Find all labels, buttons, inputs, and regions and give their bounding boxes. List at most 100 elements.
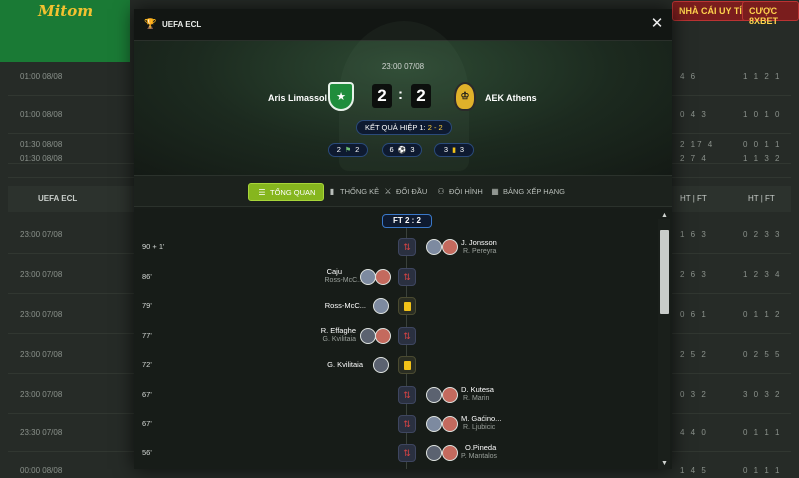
- event-timeline[interactable]: FT 2 : 2 90 + 1' ⇅ J. Jonsson R. Pereyra…: [134, 209, 672, 469]
- match-odds: 1 1 2 1: [743, 72, 782, 81]
- match-odds: 1 0 1 0: [743, 110, 782, 119]
- avatar: [442, 416, 458, 432]
- match-time: 23:30 07/08: [20, 428, 63, 437]
- match-time: 00:00 08/08: [20, 466, 63, 475]
- timeline-event: 67' ⇅ M. Gaćino... R. Ljubicic: [134, 410, 654, 439]
- match-odds: 2 7 4: [680, 154, 708, 163]
- fulltime-score: FT 2 : 2: [382, 214, 432, 228]
- event-minute: 90 + 1': [142, 242, 165, 251]
- yellow-card-icon: ▮: [452, 147, 456, 154]
- trophy-icon: 🏆: [144, 18, 157, 30]
- match-odds: 3 0 3 2: [743, 390, 782, 399]
- match-odds: 0 4 3: [680, 110, 708, 119]
- event-minute: 79': [142, 301, 152, 310]
- avatar: [360, 269, 376, 285]
- match-odds: 1 6 3: [680, 230, 708, 239]
- match-odds: 1 4 5: [680, 466, 708, 475]
- tab-lineup-label: ĐỘI HÌNH: [449, 187, 483, 196]
- booked-player[interactable]: Ross-McC...: [325, 301, 366, 310]
- close-icon[interactable]: ✕: [650, 16, 664, 31]
- avatar: [426, 239, 442, 255]
- match-odds: 0 3 2: [680, 390, 708, 399]
- detail-tabs: ☰ TỔNG QUAN ▮ THỐNG KÊ ⚔ ĐỐI ĐẦU ⚇ ĐỘI HÌNH …: [134, 175, 672, 207]
- player-in[interactable]: R. Effaghe: [321, 326, 356, 335]
- yellow-card-icon: [398, 356, 416, 374]
- shot-icon: ⚽: [397, 147, 407, 154]
- player-out[interactable]: R. Ljubicic: [463, 424, 495, 431]
- shot-home: 6: [389, 145, 394, 154]
- player-in[interactable]: D. Kutesa: [461, 385, 494, 394]
- event-minute: 56': [142, 448, 152, 457]
- avatar: [373, 298, 389, 314]
- yellow-away: 3: [459, 145, 465, 154]
- scroll-down-icon[interactable]: ▼: [661, 460, 668, 467]
- halftime-result: KẾT QUẢ HIỆP 1: 2 - 2: [356, 120, 452, 135]
- versus-icon: ⚔: [384, 187, 392, 196]
- corner-home: 2: [336, 145, 341, 154]
- shot-stat: 6 ⚽ 3: [382, 143, 422, 157]
- away-team-crest-icon[interactable]: ♔: [454, 82, 476, 111]
- match-odds: 0 2 5 5: [743, 350, 782, 359]
- lineup-icon: ⚇: [437, 187, 445, 196]
- match-odds: 1 2 3 4: [743, 270, 782, 279]
- halftime-label: KẾT QUẢ HIỆP 1:: [365, 123, 426, 132]
- yellow-card-stat: 3 ▮ 3: [434, 143, 474, 157]
- tab-head-to-head-label: ĐỐI ĐẦU: [396, 187, 428, 196]
- match-time: 23:00 07/08: [20, 270, 63, 279]
- timeline-event: 72' G. Kvilitaia: [134, 351, 654, 380]
- away-team-name[interactable]: AEK Athens: [485, 93, 537, 103]
- substitution-icon: ⇅: [398, 386, 416, 404]
- player-out[interactable]: P. Mantalos: [461, 453, 497, 460]
- player-out[interactable]: G. Kvilitaia: [323, 336, 356, 343]
- match-odds: 2 6 3: [680, 270, 708, 279]
- home-team-name[interactable]: Aris Limassol: [268, 93, 327, 103]
- event-minute: 72': [142, 360, 152, 369]
- scrollbar-thumb[interactable]: [660, 230, 669, 314]
- timeline-event: 77' R. Effaghe G. Kvilitaia ⇅: [134, 322, 654, 351]
- ht-ft-header: HT | FT: [680, 194, 707, 203]
- player-out[interactable]: R. Pereyra: [463, 248, 496, 255]
- avatar: [442, 239, 458, 255]
- event-minute: 86': [142, 272, 152, 281]
- yellow-home: 3: [443, 145, 449, 154]
- ht-ft-header: HT | FT: [748, 194, 775, 203]
- booked-player[interactable]: G. Kvilitaia: [327, 360, 363, 369]
- tab-standings[interactable]: ▦ BẢNG XẾP HẠNG: [490, 183, 565, 201]
- substitution-icon: ⇅: [398, 444, 416, 462]
- scroll-up-icon[interactable]: ▲: [661, 212, 668, 219]
- substitution-icon: ⇅: [398, 238, 416, 256]
- site-logo[interactable]: Mitom: [0, 0, 130, 62]
- match-time: 01:00 08/08: [20, 72, 63, 81]
- tab-overview[interactable]: ☰ TỔNG QUAN: [248, 183, 325, 201]
- table-icon: ▦: [491, 187, 499, 196]
- league-name: UEFA ECL: [38, 194, 78, 203]
- bet-8xbet-button[interactable]: CƯỢC 8XBET: [742, 1, 799, 26]
- avatar: [426, 387, 442, 403]
- tab-lineup[interactable]: ⚇ ĐỘI HÌNH: [436, 183, 483, 201]
- home-team-crest-icon[interactable]: ★: [328, 82, 354, 111]
- tab-statistics[interactable]: ▮ THỐNG KÊ: [327, 183, 379, 201]
- kickoff-time: 23:00 07/08: [381, 62, 425, 71]
- halftime-value: 2 - 2: [427, 123, 443, 132]
- match-time: 01:00 08/08: [20, 110, 63, 119]
- match-odds: 0 1 1 1: [743, 466, 782, 475]
- player-out[interactable]: Ross-McC...: [325, 277, 364, 284]
- avatar: [426, 445, 442, 461]
- match-odds: 0 1 1 1: [743, 428, 782, 437]
- tab-overview-label: TỔNG QUAN: [270, 188, 316, 197]
- avatar: [375, 269, 391, 285]
- tab-head-to-head[interactable]: ⚔ ĐỐI ĐẦU: [383, 183, 427, 201]
- match-time: 23:00 07/08: [20, 350, 63, 359]
- timeline-event: 90 + 1' ⇅ J. Jonsson R. Pereyra: [134, 233, 654, 262]
- timeline-event: 67' ⇅ D. Kutesa R. Marin: [134, 381, 654, 410]
- player-in[interactable]: M. Gaćino...: [461, 414, 501, 423]
- substitution-icon: ⇅: [398, 268, 416, 286]
- match-detail-modal: 🏆 UEFA ECL ✕ 23:00 07/08 Aris Limassol ★…: [134, 9, 672, 469]
- player-in[interactable]: Caju: [327, 267, 342, 276]
- player-out[interactable]: R. Marin: [463, 395, 489, 402]
- timeline-event: 79' Ross-McC...: [134, 292, 654, 321]
- modal-title: UEFA ECL: [162, 20, 202, 29]
- player-in[interactable]: J. Jonsson: [461, 238, 497, 247]
- match-time: 23:00 07/08: [20, 390, 63, 399]
- player-in[interactable]: O.Pineda: [465, 443, 496, 452]
